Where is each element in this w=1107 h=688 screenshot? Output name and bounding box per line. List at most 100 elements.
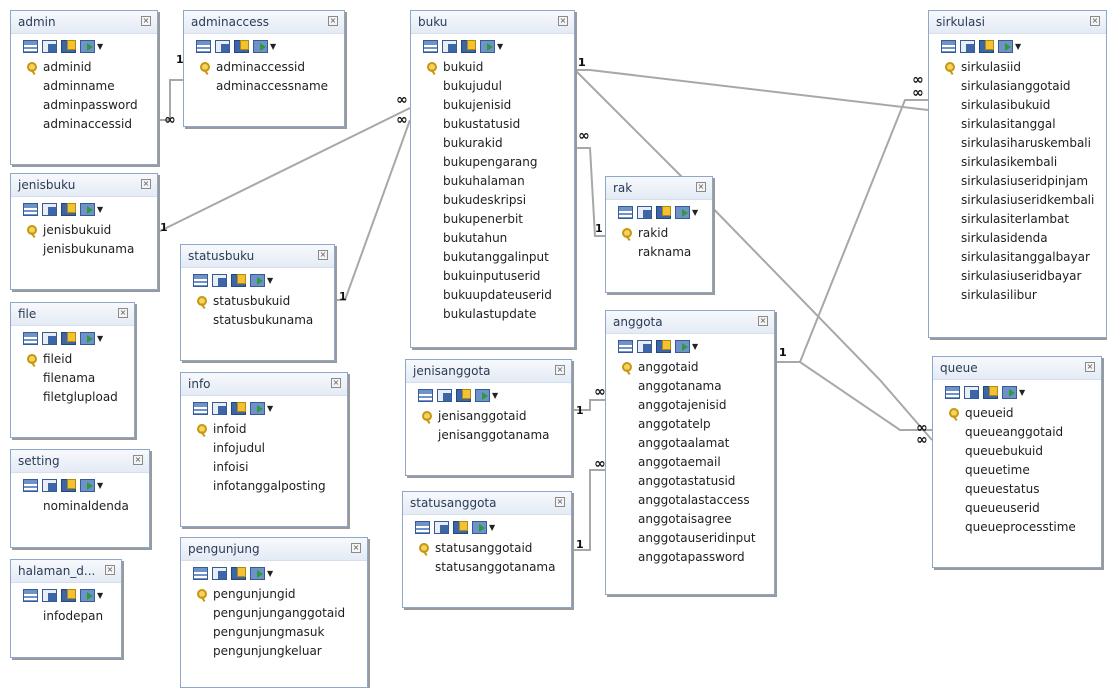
table-rak[interactable]: rak × ▼ rakid raknama [605,176,713,293]
index-icon[interactable] [61,331,76,345]
browse-table-icon[interactable] [418,388,433,402]
table-title[interactable]: jenisanggota × [406,360,571,383]
index-icon[interactable] [656,205,671,219]
structure-icon[interactable] [442,39,457,53]
structure-icon[interactable] [42,39,57,53]
structure-icon[interactable] [212,401,227,415]
table-title[interactable]: jenisbuku × [11,174,157,197]
primary-key-field[interactable]: jenisbukuid [11,221,157,240]
structure-icon[interactable] [637,205,652,219]
structure-icon[interactable] [964,385,979,399]
browse-table-icon[interactable] [193,566,208,580]
primary-key-field[interactable]: adminaccessid [184,58,344,77]
relation-line-buku-sirkulasi[interactable] [575,69,929,111]
table-field[interactable]: bukutanggalinput [411,248,574,267]
index-icon[interactable] [231,273,246,287]
relation-line-anggota-queue[interactable] [775,361,932,431]
structure-icon[interactable] [215,39,230,53]
insert-row-icon[interactable] [675,339,690,353]
table-field[interactable]: bukupengarang [411,153,574,172]
table-title[interactable]: buku × [411,11,574,34]
relation-line-buku-rak[interactable] [575,147,605,237]
close-icon[interactable]: × [555,365,565,375]
chevron-down-icon[interactable]: ▼ [692,208,698,217]
relation-line-anggota-sirkulasi[interactable] [775,99,928,363]
table-info[interactable]: info × ▼ infoid infojudul infoisi infotanggalp… [180,372,348,527]
table-field[interactable]: infotanggalposting [181,477,347,496]
index-icon[interactable] [983,385,998,399]
table-field[interactable]: sirkulasitanggal [929,115,1106,134]
table-field[interactable]: infojudul [181,439,347,458]
table-field[interactable]: bukupenerbit [411,210,574,229]
close-icon[interactable]: × [141,16,151,26]
insert-row-icon[interactable] [253,39,268,53]
close-icon[interactable]: × [696,182,706,192]
table-field[interactable]: pengunjungmasuk [181,623,367,642]
chevron-down-icon[interactable]: ▼ [97,334,103,343]
primary-key-field[interactable]: infoid [181,420,347,439]
table-field[interactable]: anggotauseridinput [606,529,774,548]
relation-line-anggota-jenisanggota[interactable] [572,399,605,411]
table-field[interactable]: queueuserid [933,499,1101,518]
table-halaman_d[interactable]: halaman_d... × ▼ infodepan [10,559,122,658]
chevron-down-icon[interactable]: ▼ [97,591,103,600]
table-field[interactable]: bukuinputuserid [411,267,574,286]
table-field[interactable]: pengunjungkeluar [181,642,367,661]
table-field[interactable]: sirkulasibukuid [929,96,1106,115]
browse-table-icon[interactable] [941,39,956,53]
table-buku[interactable]: buku × ▼ bukuid bukujudul bukujenisid bukustat… [410,10,575,348]
chevron-down-icon[interactable]: ▼ [97,481,103,490]
table-field[interactable]: anggotaalamat [606,434,774,453]
chevron-down-icon[interactable]: ▼ [489,523,495,532]
table-field[interactable]: anggotanama [606,377,774,396]
table-statusbuku[interactable]: statusbuku × ▼ statusbukuid statusbukunama [180,244,335,361]
table-file[interactable]: file × ▼ fileid filenama filetglupload [10,302,135,438]
structure-icon[interactable] [212,566,227,580]
table-statusanggota[interactable]: statusanggota × ▼ statusanggotaid statusangg… [402,491,572,608]
structure-icon[interactable] [42,478,57,492]
table-pengunjung[interactable]: pengunjung × ▼ pengunjungid pengunjunganggot… [180,537,368,688]
table-field[interactable]: queuestatus [933,480,1101,499]
table-title[interactable]: info × [181,373,347,396]
table-field[interactable]: bukustatusid [411,115,574,134]
index-icon[interactable] [453,520,468,534]
browse-table-icon[interactable] [423,39,438,53]
insert-row-icon[interactable] [80,478,95,492]
table-jenisbuku[interactable]: jenisbuku × ▼ jenisbukuid jenisbukunama [10,173,158,290]
index-icon[interactable] [61,478,76,492]
table-field[interactable]: bukutahun [411,229,574,248]
table-title[interactable]: file × [11,303,134,326]
table-field[interactable]: queuebukuid [933,442,1101,461]
index-icon[interactable] [456,388,471,402]
table-title[interactable]: rak × [606,177,712,200]
table-field[interactable]: infodepan [11,607,121,626]
table-field[interactable]: adminpassword [11,96,157,115]
insert-row-icon[interactable] [250,401,265,415]
table-field[interactable]: anggotapassword [606,548,774,567]
primary-key-field[interactable]: sirkulasiid [929,58,1106,77]
browse-table-icon[interactable] [23,588,38,602]
table-field[interactable]: bukujenisid [411,96,574,115]
insert-row-icon[interactable] [80,588,95,602]
index-icon[interactable] [61,39,76,53]
table-field[interactable]: sirkulasianggotaid [929,77,1106,96]
close-icon[interactable]: × [351,543,361,553]
insert-row-icon[interactable] [80,202,95,216]
table-field[interactable]: jenisbukunama [11,240,157,259]
table-field[interactable]: bukuupdateuserid [411,286,574,305]
chevron-down-icon[interactable]: ▼ [267,276,273,285]
table-field[interactable]: sirkulasitanggalbayar [929,248,1106,267]
structure-icon[interactable] [434,520,449,534]
relation-line-buku-statusbuku[interactable] [335,119,411,301]
index-icon[interactable] [979,39,994,53]
chevron-down-icon[interactable]: ▼ [267,404,273,413]
table-title[interactable]: statusbuku × [181,245,334,268]
table-field[interactable]: bukulastupdate [411,305,574,324]
close-icon[interactable]: × [558,16,568,26]
insert-row-icon[interactable] [480,39,495,53]
table-field[interactable]: sirkulasiuseridkembali [929,191,1106,210]
table-field[interactable]: anggotaemail [606,453,774,472]
insert-row-icon[interactable] [675,205,690,219]
close-icon[interactable]: × [328,16,338,26]
chevron-down-icon[interactable]: ▼ [267,569,273,578]
